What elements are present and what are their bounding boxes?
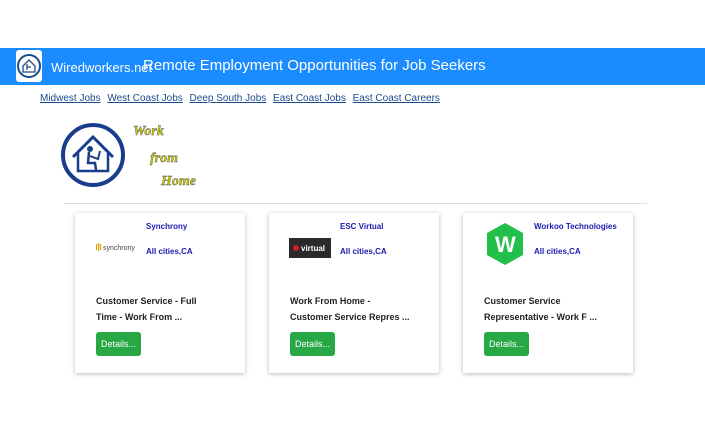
nav-link-midwest[interactable]: Midwest Jobs <box>40 93 101 104</box>
details-button[interactable]: Details... <box>290 332 335 356</box>
site-brand[interactable]: Wiredworkers.net <box>51 60 152 75</box>
job-location: All cities,CA <box>340 247 387 256</box>
hero-banner: Work from Home <box>61 113 211 198</box>
house-with-worker-icon <box>61 123 125 187</box>
site-header: Wiredworkers.net Remote Employment Oppor… <box>0 48 705 85</box>
company-logo-synchrony: synchrony <box>95 235 139 261</box>
company-logo-esc-virtual: virtual <box>289 235 333 261</box>
svg-text:W: W <box>495 232 516 257</box>
details-button[interactable]: Details... <box>96 332 141 356</box>
company-logo-workoo: W <box>483 221 527 267</box>
hero-text-work: Work <box>133 124 164 139</box>
job-card: synchrony Synchrony All cities,CA Custom… <box>75 213 245 373</box>
region-nav: Midwest Jobs West Coast Jobs Deep South … <box>40 93 444 104</box>
svg-text:virtual: virtual <box>301 244 325 253</box>
nav-link-east-coast-careers[interactable]: East Coast Careers <box>353 93 440 104</box>
company-name[interactable]: ESC Virtual <box>340 222 383 231</box>
job-card: W Workoo Technologies All cities,CA Cust… <box>463 213 633 373</box>
hero-text-home: Home <box>160 174 196 189</box>
nav-link-west-coast[interactable]: West Coast Jobs <box>107 93 182 104</box>
job-location: All cities,CA <box>146 247 193 256</box>
job-location: All cities,CA <box>534 247 581 256</box>
job-title[interactable]: Customer Service Representative - Work F… <box>484 293 614 325</box>
svg-text:synchrony: synchrony <box>103 245 135 252</box>
details-button[interactable]: Details... <box>484 332 529 356</box>
job-card: virtual ESC Virtual All cities,CA Work F… <box>269 213 439 373</box>
nav-link-east-coast[interactable]: East Coast Jobs <box>273 93 346 104</box>
hero-text-from: from <box>150 151 178 166</box>
divider <box>64 203 647 204</box>
site-logo[interactable] <box>16 50 42 82</box>
company-name[interactable]: Synchrony <box>146 222 187 231</box>
nav-link-deep-south[interactable]: Deep South Jobs <box>190 93 267 104</box>
job-title[interactable]: Work From Home - Customer Service Repres… <box>290 293 420 325</box>
site-tagline: Remote Employment Opportunities for Job … <box>143 57 486 74</box>
company-name[interactable]: Workoo Technologies <box>534 222 617 231</box>
job-title[interactable]: Customer Service - Full Time - Work From… <box>96 293 226 325</box>
